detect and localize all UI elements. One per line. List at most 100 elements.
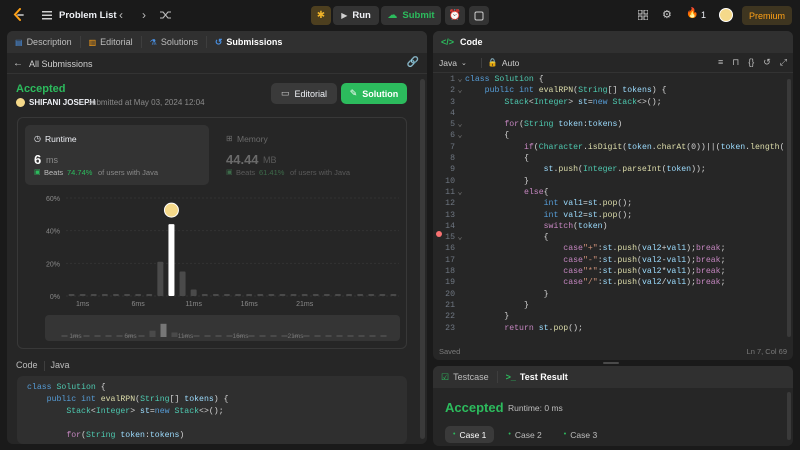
bookmark-icon[interactable]: ⊓ [732,57,739,68]
histogram-bar[interactable] [112,294,119,296]
autosave-toggle[interactable]: 🔒 Auto [488,58,519,68]
histogram-bar[interactable] [390,294,397,296]
code-line[interactable]: 10 } [433,176,783,187]
premium-button[interactable]: Premium [742,6,792,25]
histogram-bar[interactable] [323,294,330,296]
code-line[interactable]: 2 ⌄ public int evalRPN(String[] tokens) { [433,85,783,96]
code-line[interactable]: 11 ⌄ else{ [433,187,783,198]
histogram-bar[interactable] [212,294,219,296]
fullscreen-icon[interactable]: ⤢ [780,57,787,68]
histogram-bar[interactable] [246,294,253,296]
histogram-bar[interactable] [279,294,286,296]
code-line[interactable]: 21 } [433,300,783,311]
editor-scrollbar[interactable] [787,79,791,337]
back-to-submissions[interactable]: ← All Submissions [13,58,93,69]
console-scrollbar[interactable] [787,392,791,440]
histogram-bar[interactable] [312,294,319,296]
code-line[interactable]: 22 } [433,311,783,322]
problem-list-icon[interactable] [42,10,52,20]
left-scrollbar[interactable] [420,79,425,439]
submitter-name[interactable]: SHIFANI JOSEPH [29,98,95,107]
avatar[interactable] [719,8,733,22]
debug-button[interactable]: ✱ [311,6,331,25]
status-dot-icon: • [453,431,456,438]
histogram-bar[interactable] [379,294,386,296]
code-line[interactable]: 18 case"*":st.push(val2*val1);break; [433,266,783,277]
code-line[interactable]: 19 case"/":st.push(val2/val1);break; [433,277,783,288]
tab-solutions[interactable]: ⚗ Solutions [142,37,206,47]
histogram-bar[interactable] [90,294,97,296]
code-line[interactable]: 15 ⌄ { [433,232,783,243]
code-line[interactable]: 3 Stack<Integer> st=new Stack<>(); [433,97,783,108]
resize-handle[interactable] [603,362,619,364]
memory-card[interactable]: ⊞ Memory 44.44 MB ▣ Beats 61.41% of user… [218,125,402,185]
code-line[interactable]: 20 } [433,289,783,300]
solution-button[interactable]: ✎ Solution [341,83,407,104]
tab-submissions[interactable]: ↺ Submissions [207,37,291,48]
runtime-range-overview[interactable]: 1ms 6ms 11ms 16ms 21ms [45,315,400,341]
language-select[interactable]: Java ⌄ [439,58,467,68]
share-link-icon[interactable]: 🔗 [407,57,419,68]
runtime-card[interactable]: ◷ Runtime 6 ms ▣ Beats 74.74% of users w… [25,125,209,185]
layout-grid-icon[interactable] [637,9,649,22]
histogram-bar[interactable] [235,294,242,296]
code-line[interactable]: 17 case"-":st.push(val2-val1);break; [433,255,783,266]
braces-icon[interactable]: {} [748,57,754,68]
code-editor[interactable]: 1 ⌄ class Solution {2 ⌄ public int evalRPN(… [433,74,783,338]
tab-description[interactable]: ▤ Description [15,37,80,47]
histogram-bar[interactable] [79,294,86,296]
submit-button[interactable]: ☁ Submit [381,6,441,25]
histogram-bar[interactable] [290,294,297,296]
histogram-bar[interactable] [135,294,142,296]
code-line[interactable]: 8 { [433,153,783,164]
histogram-bar[interactable] [346,294,353,296]
prev-problem-icon[interactable]: ‹ [119,8,123,22]
histogram-bar[interactable] [68,294,75,296]
format-icon[interactable]: ≡ [718,57,723,68]
gear-icon[interactable]: ⚙ [662,8,672,21]
histogram-bar[interactable] [301,294,308,296]
code-line[interactable]: 5 ⌄ for(String token:tokens) [433,119,783,130]
histogram-bar[interactable] [168,224,175,296]
histogram-bar[interactable] [124,294,131,296]
histogram-bar[interactable] [357,294,364,296]
histogram-bar[interactable] [146,294,153,296]
histogram-bar[interactable] [268,294,275,296]
breakpoint-marker[interactable] [436,231,442,237]
histogram-bar[interactable] [179,271,186,297]
leetcode-logo[interactable] [12,8,26,22]
tab-testcase[interactable]: ☑ Testcase [441,372,497,383]
tab-test-result[interactable]: >_ Test Result [498,372,576,382]
code-line[interactable]: 16 case"+":st.push(val2+val1);break; [433,243,783,254]
run-button[interactable]: ▶ Run [333,6,379,25]
histogram-bar[interactable] [157,261,164,296]
histogram-bar[interactable] [201,294,208,296]
reset-icon[interactable]: ↺ [763,57,771,68]
next-problem-icon[interactable]: › [142,8,146,22]
histogram-bar[interactable] [101,294,108,296]
histogram-bar[interactable] [368,294,375,296]
histogram-bar[interactable] [257,294,264,296]
notes-button[interactable] [469,6,489,25]
code-line[interactable]: 7 if(Character.isDigit(token.charAt(0))|… [433,142,783,153]
histogram-bar[interactable] [190,289,197,296]
timer-button[interactable]: ⏰ [445,6,465,25]
histogram-bar[interactable] [334,294,341,296]
histogram-bar[interactable] [223,294,230,296]
code-line[interactable]: 13 int val2=st.pop(); [433,210,783,221]
case-tab[interactable]: • Case 3 [556,426,605,443]
editorial-button[interactable]: ▭ Editorial [271,83,337,104]
shuffle-icon[interactable] [160,10,171,22]
streak-fire-icon[interactable]: 🔥 [686,8,698,19]
code-line[interactable]: 23 return st.pop(); [433,323,783,334]
code-line[interactable]: 14 switch(token) [433,221,783,232]
code-line[interactable]: 4 [433,108,783,119]
tab-editorial[interactable]: ▥ Editorial [81,37,141,47]
problem-list-link[interactable]: Problem List [59,10,117,21]
code-line[interactable]: 12 int val1=st.pop(); [433,198,783,209]
case-tab[interactable]: • Case 1 [445,426,495,443]
code-line[interactable]: 9 st.push(Integer.parseInt(token)); [433,164,783,175]
case-tab[interactable]: • Case 2 [500,426,549,443]
code-line[interactable]: 1 ⌄ class Solution { [433,74,783,85]
code-line[interactable]: 6 ⌄ { [433,130,783,141]
